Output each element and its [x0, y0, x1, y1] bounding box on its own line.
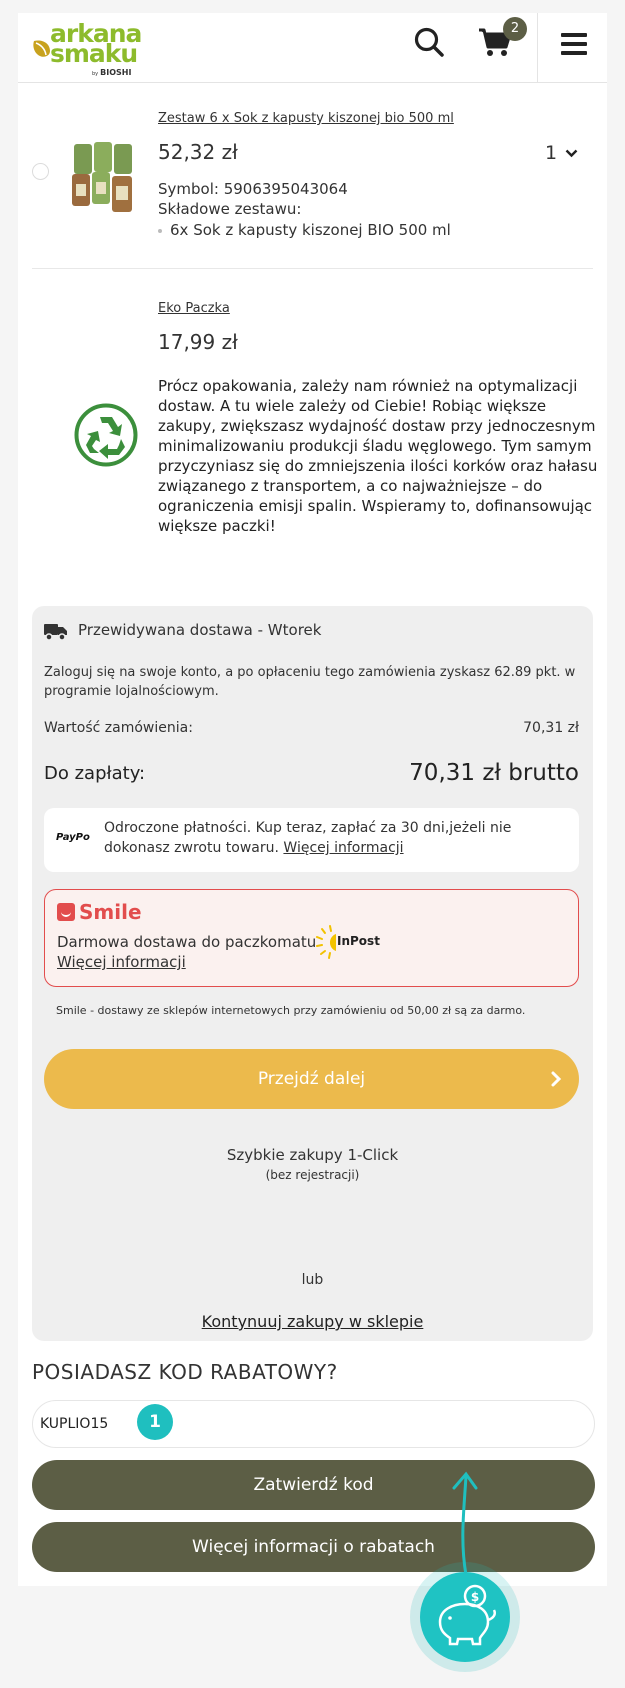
chevron-down-icon[interactable]	[565, 149, 578, 158]
svg-text:$: $	[471, 1590, 479, 1604]
search-icon[interactable]	[414, 27, 444, 57]
quantity-select[interactable]: 1	[545, 142, 557, 164]
delivery-estimate: Przewidywana dostawa - Wtorek	[78, 621, 322, 639]
chevron-right-icon	[551, 1071, 562, 1087]
product-components-label: Składowe zestawu:	[158, 200, 302, 218]
discount-info-button[interactable]: Więcej informacji o rabatach	[32, 1522, 595, 1572]
product-price: 52,32 zł	[158, 140, 238, 164]
piggy-bank-badge: $	[410, 1562, 520, 1672]
discount-code-input[interactable]	[32, 1400, 595, 1448]
product-thumbnail[interactable]	[70, 138, 136, 218]
smile-note: Smile - dostawy ze sklepów internetowych…	[56, 1004, 526, 1017]
menu-icon[interactable]	[561, 33, 587, 55]
eko-paczka-link[interactable]: Eko Paczka	[158, 301, 230, 316]
cart-count-badge: 2	[503, 17, 527, 41]
loyalty-info: Zaloguj się na swoje konto, a po opłacen…	[44, 665, 576, 699]
one-click-subtitle: (bez rejestracji)	[265, 1168, 360, 1182]
to-pay-label: Do zapłaty:	[44, 763, 146, 784]
paypo-more-info-link[interactable]: Więcej informacji	[283, 840, 403, 856]
truck-icon	[44, 624, 67, 641]
or-separator: lub	[301, 1272, 324, 1288]
smile-box: Smile Darmowa dostawa do paczkomatu InPo…	[44, 889, 579, 987]
leaf-icon	[33, 40, 50, 57]
divider	[32, 268, 593, 269]
inpost-logo: InPost	[316, 924, 386, 960]
product-select-checkbox[interactable]	[32, 163, 49, 180]
recycle-icon	[74, 403, 138, 467]
order-value-label: Wartość zamówienia:	[44, 720, 193, 736]
paypo-logo: PayPo	[56, 832, 90, 843]
bullet-icon	[158, 228, 162, 233]
step-number-badge: 1	[137, 1404, 173, 1440]
one-click-link[interactable]: Szybkie zakupy 1-Click	[32, 1146, 593, 1164]
paypo-text: Odroczone płatności. Kup teraz, zapłać z…	[104, 820, 512, 856]
piggy-bank-circle: $	[420, 1572, 510, 1662]
eko-paczka-price: 17,99 zł	[158, 330, 238, 354]
smile-free-delivery: Darmowa dostawa do paczkomatu	[57, 933, 317, 951]
order-value: 70,31 zł	[523, 720, 579, 736]
to-pay-value: 70,31 zł brutto	[409, 760, 579, 786]
eko-paczka-description: Prócz opakowania, zależy nam również na …	[158, 377, 598, 535]
smile-more-info-link[interactable]: Więcej informacji	[57, 953, 186, 971]
paypo-box: PayPo Odroczone płatności. Kup teraz, za…	[44, 808, 579, 872]
product-component-item: 6x Sok z kapusty kiszonej BIO 500 ml	[158, 221, 451, 239]
proceed-button[interactable]: Przejdź dalej	[44, 1049, 579, 1109]
inpost-sun-icon	[316, 925, 336, 959]
continue-shopping-link[interactable]: Kontynuuj zakupy w sklepie	[32, 1312, 593, 1331]
header-divider	[537, 13, 538, 83]
logo-line2: smaku	[50, 39, 138, 68]
order-summary: Przewidywana dostawa - Wtorek Zaloguj si…	[32, 606, 593, 1341]
smile-logo: Smile	[57, 900, 142, 924]
product-title-link[interactable]: Zestaw 6 x Sok z kapusty kiszonej bio 50…	[158, 111, 454, 126]
apply-code-button[interactable]: Zatwierdź kod	[32, 1460, 595, 1510]
site-header: arkana smaku by BIOSHI 2	[18, 13, 607, 83]
discount-heading: POSIADASZ KOD RABATOWY?	[32, 1360, 338, 1384]
piggy-bank-icon: $	[438, 1584, 496, 1646]
product-symbol: Symbol: 5906395043064	[158, 180, 348, 198]
page: arkana smaku by BIOSHI 2 Zestaw 6 x Sok …	[18, 13, 607, 1586]
logo-brand: by BIOSHI	[92, 68, 132, 77]
smile-logo-icon	[57, 903, 75, 921]
logo[interactable]: arkana smaku by BIOSHI	[32, 21, 162, 79]
